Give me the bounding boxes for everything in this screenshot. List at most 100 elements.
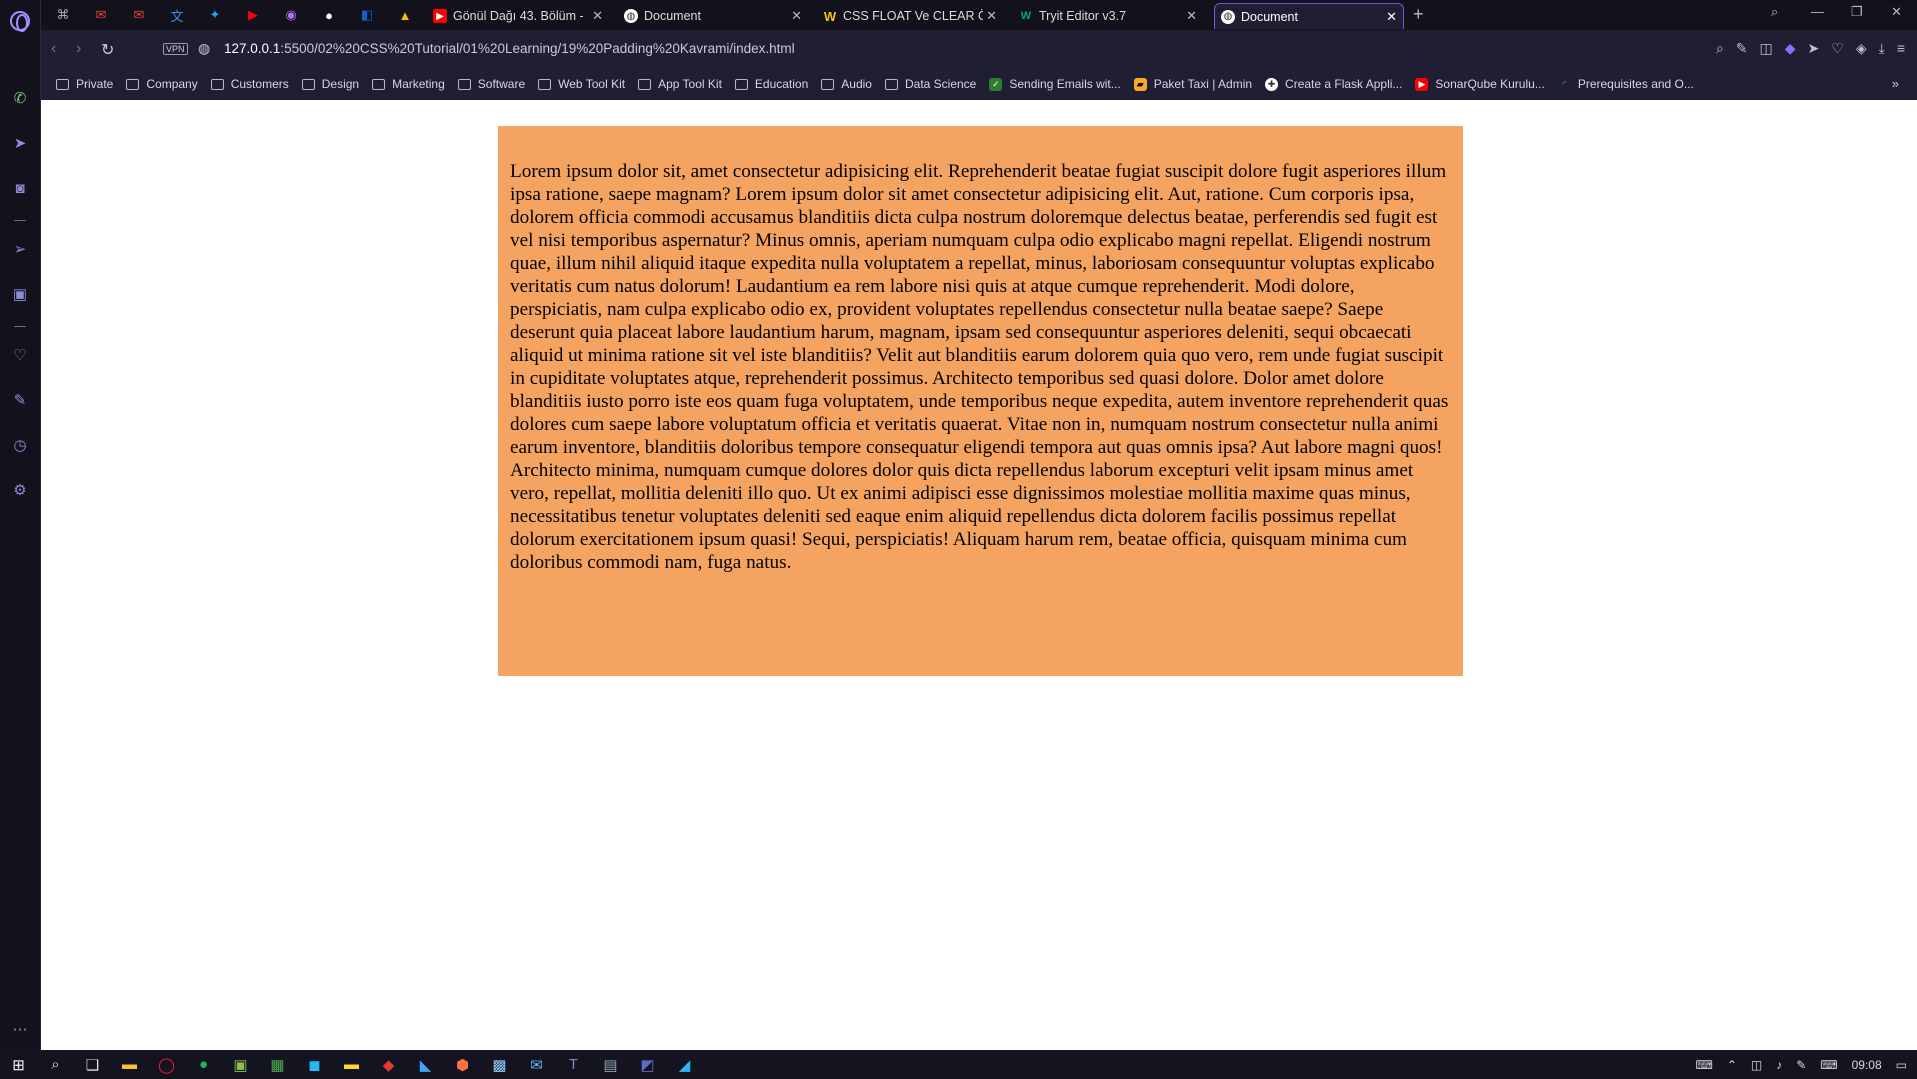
bookmark-folder[interactable]: Design (301, 77, 359, 91)
opera-icon[interactable]: ◯ (148, 1050, 185, 1079)
close-tab-icon[interactable]: ✕ (592, 8, 603, 24)
settings-icon[interactable]: ⚙ (10, 481, 30, 501)
zoom-icon[interactable]: ⌕ (1716, 40, 1724, 57)
bookmark-folder[interactable]: Web Tool Kit (538, 77, 625, 91)
mail-icon[interactable]: ✉ (518, 1050, 555, 1079)
clock[interactable]: 09:08 (1852, 1058, 1882, 1072)
twitch-icon[interactable]: ◉ (277, 4, 305, 26)
send-icon[interactable]: ➢ (10, 240, 30, 260)
bookmark-folder[interactable]: Company (126, 77, 198, 91)
wallet-icon[interactable]: ▣ (10, 285, 30, 305)
forward-icon[interactable]: › (76, 40, 81, 58)
vscode-icon[interactable]: ◣ (407, 1050, 444, 1079)
discord-icon[interactable]: ◙ (10, 179, 30, 199)
translate-icon[interactable]: 文 (163, 4, 191, 26)
app-icon[interactable]: ▣ (222, 1050, 259, 1079)
opera-logo-icon[interactable] (10, 11, 30, 32)
windows-start-icon[interactable]: ⊞ (0, 1050, 37, 1079)
search-icon[interactable]: ⌕ (37, 1050, 74, 1079)
bookmark-folder[interactable]: Software (457, 77, 525, 91)
search-tabs-icon[interactable]: ⌕ (1771, 4, 1778, 20)
twitter-icon[interactable]: ✦ (201, 4, 229, 26)
address-bar[interactable]: 127.0.0.1:5500/02%20CSS%20Tutorial/01%20… (224, 41, 795, 56)
site-info-icon[interactable]: ◍ (198, 40, 210, 57)
drive-icon[interactable]: ▲ (391, 4, 419, 26)
snapshot-icon[interactable]: ◫ (1760, 40, 1773, 57)
more-icon[interactable]: ⋯ (10, 1020, 30, 1040)
file-explorer-icon[interactable]: ▬ (111, 1050, 148, 1079)
edit-icon[interactable]: ✎ (10, 391, 30, 411)
menu-icon[interactable]: ≡ (1897, 40, 1905, 57)
windows-taskbar: ⊞ ⌕ ❏ ▬ ◯ ● ▣ ▦ ◼ ▬ ◆ ◣ ⬢ ▩ ✉ T ▤ ◩ ◢ ⌨ … (0, 1050, 1917, 1079)
bookmark-link[interactable]: ◜ Prerequisites and O... (1558, 77, 1694, 91)
reload-icon[interactable]: ↻ (101, 40, 114, 60)
bookmark-link[interactable]: ✓ Sending Emails wit... (989, 77, 1121, 91)
bookmark-folder[interactable]: Audio (821, 77, 872, 91)
app-icon[interactable]: ◼ (296, 1050, 333, 1079)
tab-document[interactable]: ◍ Document ✕ (618, 3, 808, 29)
vpn-badge[interactable]: VPN (163, 43, 188, 55)
bookmarks-overflow-icon[interactable]: » (1892, 76, 1899, 91)
keyboard-icon[interactable]: ⌨ (1696, 1058, 1713, 1072)
app-icon[interactable]: ◢ (666, 1050, 703, 1079)
restore-icon[interactable]: ❐ (1851, 4, 1863, 20)
github-icon[interactable]: ● (315, 4, 343, 26)
teams-icon[interactable]: T (555, 1050, 592, 1079)
notifications-icon[interactable]: ▭ (1896, 1058, 1907, 1072)
close-window-icon[interactable]: ✕ (1891, 4, 1902, 20)
spotify-icon[interactable]: ● (185, 1050, 222, 1079)
history-icon[interactable]: ◷ (10, 436, 30, 456)
sonar-icon: ◜ (1562, 78, 1567, 89)
volume-icon[interactable]: ♪ (1776, 1058, 1782, 1072)
app-icon[interactable]: ◩ (629, 1050, 666, 1079)
folder-icon (884, 78, 898, 90)
close-tab-icon[interactable]: ✕ (791, 8, 802, 24)
bookmark-folder[interactable]: Customers (210, 77, 289, 91)
youtube-icon[interactable]: ▶ (239, 4, 267, 26)
bookmark-link[interactable]: ▶ SonarQube Kurulu... (1415, 77, 1545, 91)
close-tab-icon[interactable]: ✕ (986, 8, 997, 24)
gamepad-icon[interactable]: ⌘ (49, 4, 77, 26)
heart-icon[interactable]: ♡ (10, 346, 30, 366)
bookmark-link[interactable]: ✚ Create a Flask Appli... (1265, 77, 1402, 91)
minimize-icon[interactable]: — (1811, 4, 1824, 19)
network-icon[interactable]: ◫ (1751, 1058, 1762, 1072)
bookmark-link[interactable]: ▰ Paket Taxi | Admin (1133, 77, 1252, 91)
close-tab-icon[interactable]: ✕ (1386, 9, 1397, 25)
bookmark-folder[interactable]: App Tool Kit (638, 77, 722, 91)
edit-icon[interactable]: ✎ (1736, 40, 1748, 57)
tab-tryit-editor[interactable]: W Tryit Editor v3.7 ✕ (1013, 3, 1203, 29)
telegram-icon[interactable]: ➤ (10, 134, 30, 154)
back-icon[interactable]: ‹ (51, 40, 56, 58)
cube-icon[interactable]: ◈ (1856, 40, 1867, 57)
app-icon[interactable]: ⬢ (444, 1050, 481, 1079)
bookmark-folder[interactable]: Education (734, 77, 808, 91)
task-view-icon[interactable]: ❏ (74, 1050, 111, 1079)
lorem-paragraph: Lorem ipsum dolor sit, amet consectetur … (510, 161, 1449, 573)
tab-css-float[interactable]: W CSS FLOAT Ve CLEAR Özellik ✕ (817, 3, 1003, 29)
new-tab-icon[interactable]: + (1413, 4, 1424, 25)
close-tab-icon[interactable]: ✕ (1186, 8, 1197, 24)
tab-youtube[interactable]: ▶ Gönül Dağı 43. Bölüm - You ✕ (427, 3, 609, 29)
pen-icon[interactable]: ✎ (1796, 1058, 1806, 1072)
bookmark-folder[interactable]: Marketing (372, 77, 445, 91)
bookmark-folder[interactable]: Private (56, 77, 113, 91)
gmail-icon[interactable]: ✉ (125, 4, 153, 26)
shield-icon[interactable]: ◆ (1785, 40, 1796, 57)
gmail-icon[interactable]: ✉ (87, 4, 115, 26)
folder-icon (210, 78, 224, 90)
app-icon[interactable]: ▩ (481, 1050, 518, 1079)
heart-icon[interactable]: ♡ (1831, 40, 1844, 57)
chevron-up-icon[interactable]: ⌃ (1727, 1058, 1737, 1072)
send-icon[interactable]: ➤ (1808, 40, 1820, 57)
folder-icon[interactable]: ▬ (333, 1050, 370, 1079)
outlook-icon[interactable]: ◧ (353, 4, 381, 26)
tab-document-active[interactable]: ◍ Document ✕ (1214, 3, 1404, 29)
bookmark-folder[interactable]: Data Science (884, 77, 976, 91)
app-icon[interactable]: ◆ (370, 1050, 407, 1079)
app-icon[interactable]: ▦ (259, 1050, 296, 1079)
language-icon[interactable]: ⌨ (1820, 1058, 1837, 1072)
download-icon[interactable]: ⤓ (1879, 40, 1885, 57)
app-icon[interactable]: ▤ (592, 1050, 629, 1079)
whatsapp-icon[interactable]: ✆ (10, 89, 30, 109)
